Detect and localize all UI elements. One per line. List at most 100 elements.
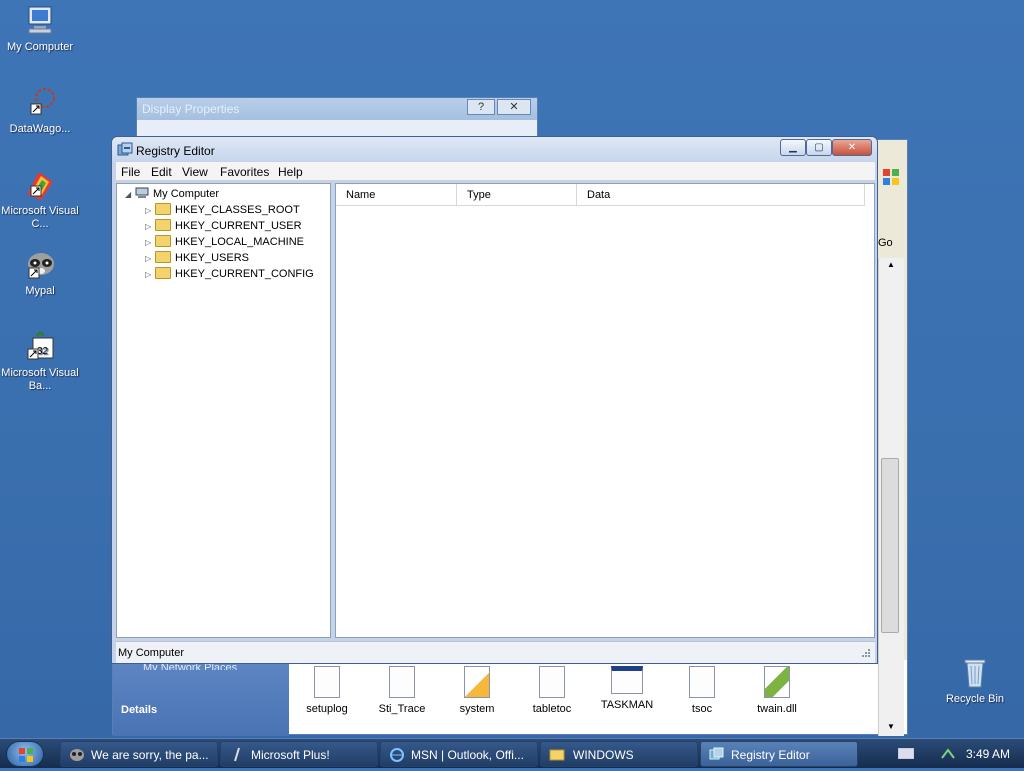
- file-item[interactable]: Sti_Trace: [365, 666, 439, 715]
- svg-text:32: 32: [37, 346, 49, 357]
- file-name: tabletoc: [532, 703, 572, 715]
- folder-icon: [155, 267, 171, 279]
- text-file-icon: [689, 666, 715, 698]
- file-item[interactable]: setuplog: [290, 666, 364, 715]
- raccoon-icon: [69, 747, 85, 762]
- registry-editor-window[interactable]: Registry Editor ▁ ▢ ✕ File Edit View Fav…: [111, 136, 878, 664]
- collapse-arrow-icon[interactable]: ◢: [125, 187, 135, 203]
- explorer-task-pane: My Network Places Details: [113, 660, 289, 736]
- tree-key[interactable]: ▷ HKEY_USERS: [145, 250, 249, 266]
- desktop-icon-label: Microsoft Visual Ba...: [1, 367, 79, 392]
- windows-logo-icon: [19, 748, 33, 762]
- computer-icon: [23, 4, 57, 38]
- value-list[interactable]: Name Type Data: [335, 183, 875, 638]
- start-button[interactable]: [6, 741, 44, 767]
- internet-explorer-icon: [389, 747, 405, 762]
- registry-tree[interactable]: ◢ My Computer ▷ HKEY_CLASSES_ROOT ▷ HKEY_CU…: [116, 183, 331, 638]
- dll-file-icon: [764, 666, 790, 698]
- registry-title-bar[interactable]: Registry Editor ▁ ▢ ✕: [112, 137, 877, 161]
- file-item[interactable]: twain.dll: [740, 666, 814, 715]
- file-name: setuplog: [306, 703, 348, 715]
- expand-arrow-icon[interactable]: ▷: [145, 235, 155, 251]
- close-button[interactable]: ✕: [832, 139, 872, 156]
- status-text: My Computer: [118, 647, 185, 659]
- scroll-down-icon[interactable]: ▼: [887, 722, 895, 731]
- keyboard-icon[interactable]: [898, 748, 914, 759]
- folder-icon: [155, 251, 171, 263]
- column-header-type[interactable]: Type: [457, 184, 577, 206]
- raccoon-icon: [23, 248, 57, 282]
- taskbar-button-windows-folder[interactable]: WINDOWS: [540, 741, 698, 767]
- file-name: system: [459, 703, 495, 715]
- tree-root[interactable]: ◢ My Computer: [125, 186, 219, 202]
- minimize-button[interactable]: ▁: [780, 139, 806, 156]
- clock[interactable]: 3:49 AM: [966, 747, 1010, 761]
- datawagon-icon: [23, 86, 57, 120]
- expand-arrow-icon[interactable]: ▷: [145, 203, 155, 219]
- column-header-data[interactable]: Data: [577, 184, 865, 206]
- text-file-icon: [539, 666, 565, 698]
- menu-bar: File Edit View Favorites Help: [116, 162, 875, 181]
- taskbar-button-plus[interactable]: Microsoft Plus!: [220, 741, 378, 767]
- desktop-icon-my-computer[interactable]: My Computer: [0, 4, 80, 54]
- file-item[interactable]: tabletoc: [515, 666, 589, 715]
- maximize-button[interactable]: ▢: [806, 139, 832, 156]
- desktop-icon-mypal[interactable]: Mypal: [0, 248, 80, 298]
- help-button[interactable]: ?: [467, 99, 495, 115]
- file-item[interactable]: TASKMAN: [590, 666, 664, 711]
- desktop-icon-recycle-bin[interactable]: Recycle Bin: [935, 656, 1015, 706]
- close-button[interactable]: ✕: [497, 99, 531, 115]
- taskbar-button-label: MSN | Outlook, Offi...: [411, 748, 524, 762]
- taskbar-button-mypal[interactable]: We are sorry, the pa...: [60, 741, 218, 767]
- scroll-thumb[interactable]: [881, 458, 899, 633]
- tree-key[interactable]: ▷ HKEY_CURRENT_CONFIG: [145, 266, 314, 282]
- taskbar: We are sorry, the pa... Microsoft Plus! …: [0, 738, 1024, 768]
- desktop-icon-visual-c[interactable]: Microsoft Visual C...: [0, 168, 80, 231]
- desktop-icon-visual-basic[interactable]: 32 Microsoft Visual Ba...: [0, 330, 80, 393]
- desktop-icon-label: Mypal: [25, 285, 55, 297]
- expand-arrow-icon[interactable]: ▷: [145, 267, 155, 283]
- file-name: TASKMAN: [600, 699, 654, 711]
- desktop-icon-label: My Computer: [6, 41, 74, 53]
- menu-help[interactable]: Help: [278, 165, 303, 179]
- tree-key-label: HKEY_CURRENT_CONFIG: [175, 268, 314, 280]
- tree-key-label: HKEY_CURRENT_USER: [175, 220, 302, 232]
- tree-key-label: HKEY_LOCAL_MACHINE: [175, 236, 304, 248]
- folder-icon: [549, 747, 565, 762]
- column-header-name[interactable]: Name: [336, 184, 457, 206]
- expand-arrow-icon[interactable]: ▷: [145, 251, 155, 267]
- taskbar-button-label: Microsoft Plus!: [251, 748, 330, 762]
- tree-key-label: HKEY_CLASSES_ROOT: [175, 204, 300, 216]
- details-header[interactable]: Details: [121, 704, 157, 716]
- desktop-icon-label: Recycle Bin: [945, 693, 1005, 705]
- menu-edit[interactable]: Edit: [151, 165, 172, 179]
- status-bar: My Computer: [116, 641, 875, 663]
- expand-arrow-icon[interactable]: ▷: [145, 219, 155, 235]
- tree-key[interactable]: ▷ HKEY_LOCAL_MACHINE: [145, 234, 304, 250]
- menu-favorites[interactable]: Favorites: [220, 165, 269, 179]
- plus-icon: [229, 747, 245, 762]
- go-button[interactable]: Go: [878, 237, 893, 249]
- resize-grip-icon[interactable]: [859, 648, 871, 660]
- tree-key[interactable]: ▷ HKEY_CURRENT_USER: [145, 218, 302, 234]
- file-item[interactable]: tsoc: [665, 666, 739, 715]
- file-item[interactable]: system: [440, 666, 514, 715]
- taskbar-button-ie[interactable]: MSN | Outlook, Offi...: [380, 741, 538, 767]
- folder-icon: [155, 219, 171, 231]
- taskbar-button-label: We are sorry, the pa...: [91, 748, 209, 762]
- menu-view[interactable]: View: [182, 165, 208, 179]
- text-file-icon: [314, 666, 340, 698]
- tree-root-label: My Computer: [153, 188, 220, 200]
- menu-file[interactable]: File: [121, 165, 140, 179]
- scrollbar[interactable]: ▲ ▼: [878, 258, 904, 736]
- taskbar-button-registry[interactable]: Registry Editor: [700, 741, 858, 767]
- desktop-icon-label: Microsoft Visual C...: [1, 205, 79, 230]
- desktop-icon-datawagon[interactable]: DataWago...: [0, 86, 80, 136]
- folder-icon: [155, 235, 171, 247]
- folder-icon: [155, 203, 171, 215]
- visual-basic-icon: 32: [23, 330, 57, 364]
- network-tray-icon[interactable]: [940, 746, 956, 762]
- tree-key[interactable]: ▷ HKEY_CLASSES_ROOT: [145, 202, 300, 218]
- computer-icon: [135, 187, 149, 199]
- scroll-up-icon[interactable]: ▲: [887, 260, 895, 269]
